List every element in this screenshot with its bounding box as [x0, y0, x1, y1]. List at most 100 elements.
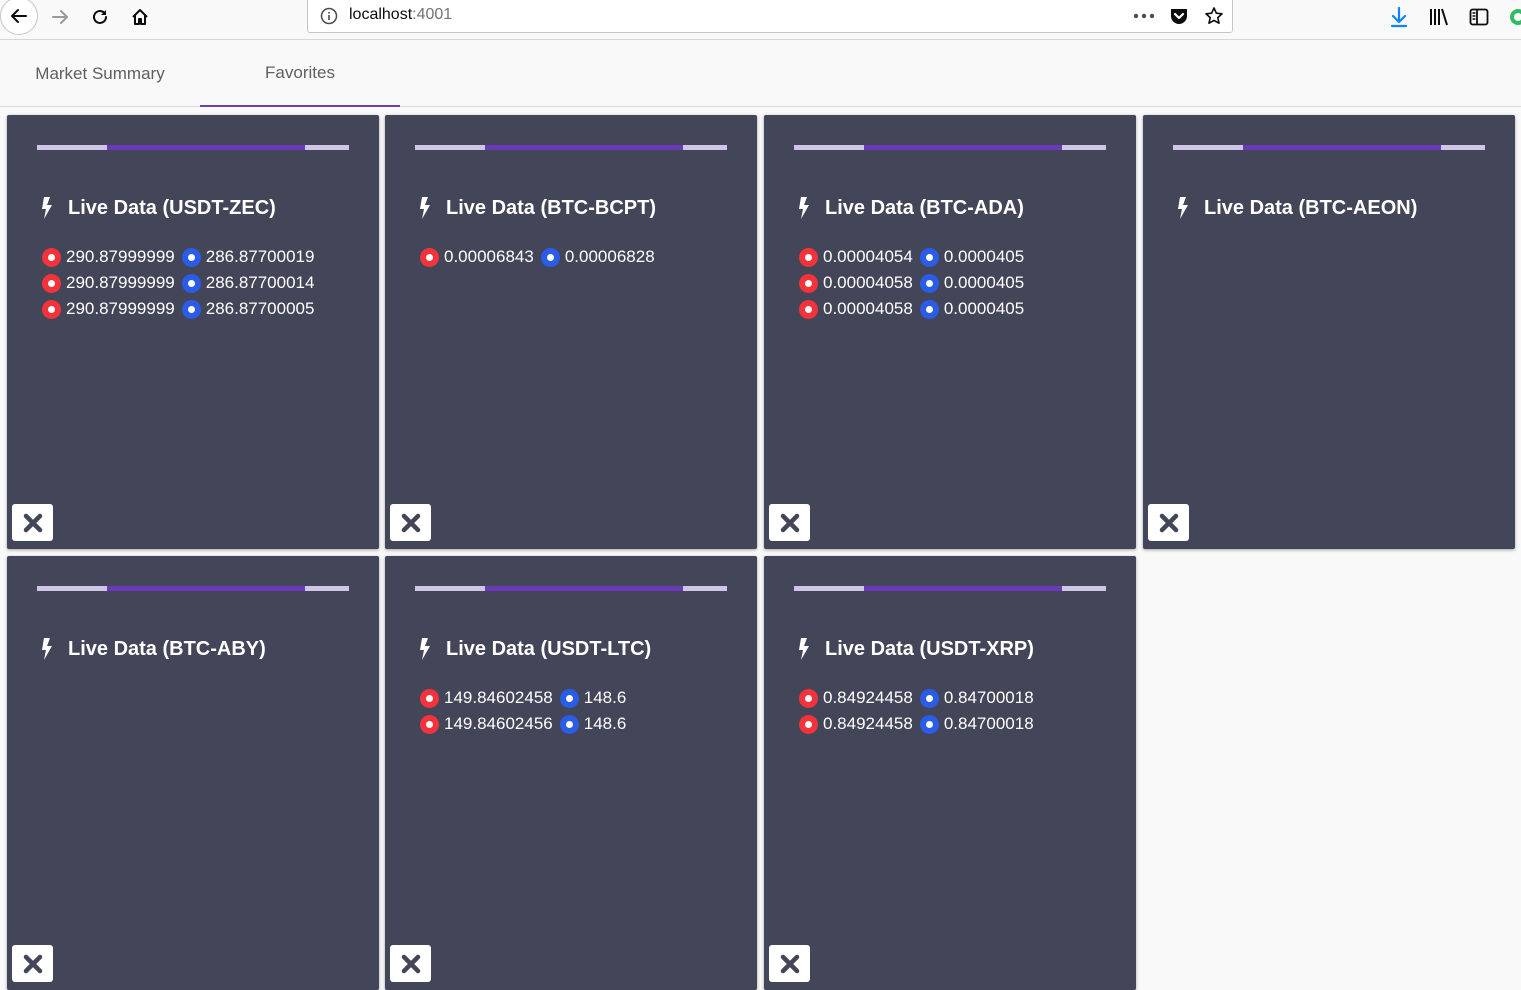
- ask-dot-icon: [799, 688, 818, 708]
- tab-label: Market Summary: [35, 64, 165, 83]
- bid-value: 0.0000405: [943, 299, 1025, 318]
- lightning-icon: [42, 638, 52, 660]
- close-icon: [23, 513, 42, 532]
- price-list: 290.87999999 286.87700019 290.87999999 286.…: [42, 244, 314, 322]
- pocket-icon[interactable]: [1167, 4, 1191, 28]
- tab-favorites[interactable]: Favorites: [200, 41, 400, 107]
- price-row: 0.00006843 0.00006828: [420, 244, 655, 270]
- card-title: Live Data (USDT-XRP): [794, 637, 1034, 661]
- close-icon: [780, 954, 799, 973]
- bid-value: 148.6: [583, 714, 627, 733]
- bid-value: 0.84700018: [943, 714, 1034, 733]
- card-title: Live Data (BTC-ABY): [37, 637, 266, 661]
- progress-indicator: [864, 586, 1062, 591]
- url-host: localhost: [349, 6, 413, 23]
- progress-indicator: [107, 586, 305, 591]
- bookmark-star-icon[interactable]: [1202, 4, 1226, 28]
- ask-dot-icon: [42, 299, 61, 319]
- bid-value: 286.87700005: [205, 299, 315, 318]
- card-title-text: Live Data (BTC-ABY): [68, 637, 266, 660]
- page-actions-icon[interactable]: [1132, 4, 1156, 28]
- ask-value: 0.00004054: [823, 247, 913, 266]
- progress-indicator: [1243, 145, 1441, 150]
- card-title-text: Live Data (USDT-ZEC): [68, 196, 276, 219]
- progress-indicator: [485, 586, 683, 591]
- lightning-icon: [420, 638, 430, 660]
- card-title-text: Live Data (BTC-BCPT): [446, 196, 657, 219]
- downloads-button[interactable]: [1384, 2, 1414, 32]
- price-row: 0.84924458 0.84700018: [799, 685, 1034, 711]
- remove-favorite-button[interactable]: [769, 504, 810, 541]
- price-row: 149.84602458 148.6: [420, 685, 626, 711]
- ask-value: 290.87999999: [66, 247, 175, 266]
- arrow-right-icon: [52, 10, 68, 24]
- forward-button[interactable]: [45, 2, 75, 32]
- bid-dot-icon: [181, 299, 201, 319]
- card-title-text: Live Data (USDT-XRP): [825, 637, 1034, 660]
- browser-toolbar: localhost:4001: [0, 0, 1521, 40]
- lightning-icon: [42, 197, 52, 219]
- reload-icon: [93, 9, 107, 24]
- info-icon[interactable]: [317, 4, 341, 28]
- favorite-card: Live Data (BTC-ADA) 0.00004054 0.0000405 0.…: [764, 115, 1136, 549]
- card-title-text: Live Data (BTC-ADA): [825, 196, 1024, 219]
- ask-value: 0.84924458: [823, 714, 913, 733]
- bid-dot-icon: [181, 247, 201, 267]
- close-icon: [780, 513, 799, 532]
- ask-value: 290.87999999: [66, 299, 175, 318]
- ask-dot-icon: [420, 714, 439, 734]
- bid-dot-icon: [919, 273, 939, 293]
- remove-favorite-button[interactable]: [390, 945, 431, 982]
- tab-bar: Market Summary Favorites: [0, 41, 1521, 107]
- remove-favorite-button[interactable]: [390, 504, 431, 541]
- home-icon: [132, 9, 148, 25]
- bid-dot-icon: [540, 247, 560, 267]
- ask-dot-icon: [799, 247, 818, 267]
- bid-value: 148.6: [583, 688, 627, 707]
- bid-dot-icon: [181, 273, 201, 293]
- library-button[interactable]: [1424, 2, 1454, 32]
- home-button[interactable]: [125, 2, 155, 32]
- download-icon: [1390, 6, 1408, 28]
- price-row: 290.87999999 286.87700014: [42, 270, 314, 296]
- bid-dot-icon: [919, 299, 939, 319]
- price-row: 0.00004058 0.0000405: [799, 270, 1024, 296]
- url-text[interactable]: localhost:4001: [349, 6, 452, 24]
- progress-indicator: [107, 145, 305, 150]
- ask-value: 0.84924458: [823, 688, 913, 707]
- sidebar-icon: [1469, 8, 1489, 26]
- library-icon: [1430, 8, 1448, 26]
- progress-indicator: [864, 145, 1062, 150]
- loading-progress-bar: [37, 586, 349, 591]
- bid-value: 0.00006828: [564, 247, 655, 266]
- address-bar[interactable]: localhost:4001: [307, 0, 1233, 33]
- card-title: Live Data (USDT-ZEC): [37, 196, 276, 220]
- extension-button[interactable]: [1503, 2, 1521, 32]
- favorite-card: Live Data (USDT-LTC) 149.84602458 148.6 149…: [385, 556, 757, 990]
- ask-value: 0.00004058: [823, 299, 913, 318]
- tab-market-summary[interactable]: Market Summary: [0, 41, 200, 107]
- close-icon: [23, 954, 42, 973]
- back-button[interactable]: [0, 0, 38, 35]
- favorite-card: Live Data (BTC-ABY): [7, 556, 379, 990]
- ask-dot-icon: [420, 247, 439, 267]
- close-icon: [1159, 513, 1178, 532]
- lightning-icon: [1178, 197, 1188, 219]
- remove-favorite-button[interactable]: [12, 945, 53, 982]
- ask-dot-icon: [42, 273, 61, 293]
- price-list: 0.00004054 0.0000405 0.00004058 0.0000405 0.…: [799, 244, 1024, 322]
- price-row: 290.87999999 286.87700005: [42, 296, 314, 322]
- price-list: 0.84924458 0.84700018 0.84924458 0.84700018: [799, 685, 1034, 737]
- price-row: 0.84924458 0.84700018: [799, 711, 1034, 737]
- url-port: :4001: [412, 6, 453, 23]
- remove-favorite-button[interactable]: [12, 504, 53, 541]
- loading-progress-bar: [415, 586, 727, 591]
- bid-dot-icon: [559, 688, 579, 708]
- lightning-icon: [799, 638, 809, 660]
- card-title: Live Data (BTC-BCPT): [415, 196, 656, 220]
- remove-favorite-button[interactable]: [1148, 504, 1189, 541]
- reload-button[interactable]: [85, 2, 115, 32]
- sidebar-button[interactable]: [1464, 2, 1494, 32]
- remove-favorite-button[interactable]: [769, 945, 810, 982]
- progress-indicator: [485, 145, 683, 150]
